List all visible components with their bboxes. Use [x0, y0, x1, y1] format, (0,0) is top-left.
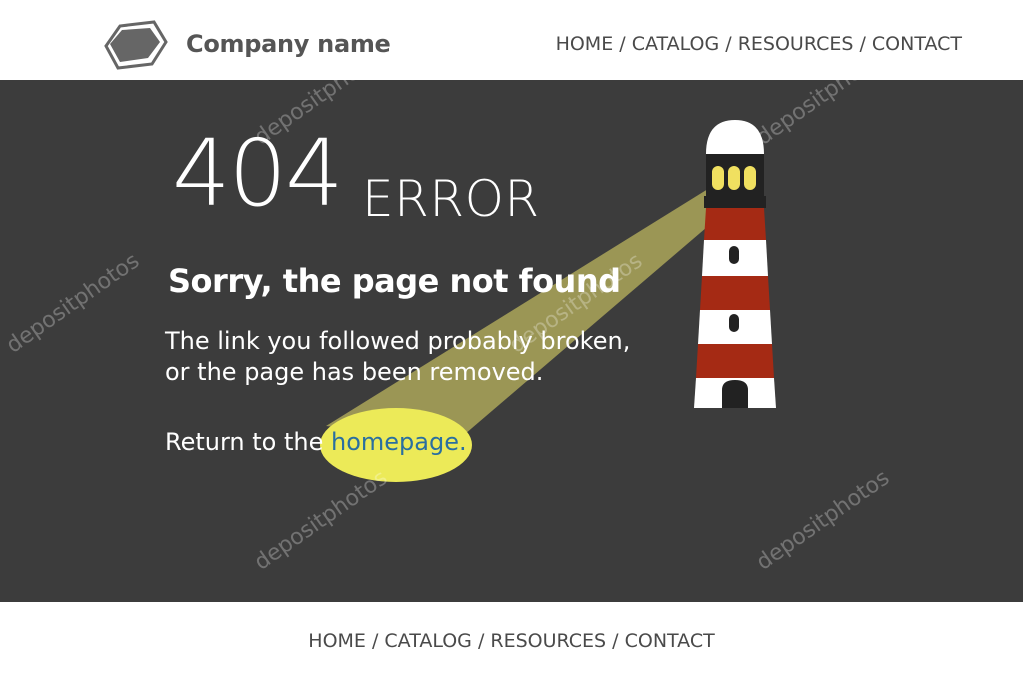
nav-catalog[interactable]: CATALOG: [632, 33, 720, 55]
error-code: 404: [172, 120, 344, 227]
error-word: ERROR: [362, 170, 540, 228]
description-line: or the page has been removed.: [165, 358, 544, 386]
nav-separator: /: [471, 630, 491, 652]
nav-separator: /: [365, 630, 385, 652]
footer-nav-contact[interactable]: CONTACT: [625, 630, 715, 652]
homepage-link[interactable]: homepage.: [331, 428, 467, 456]
nav-separator: /: [606, 630, 625, 652]
lighthouse-icon: [694, 120, 776, 408]
nav-resources[interactable]: RESOURCES: [738, 33, 854, 55]
footer-nav-resources[interactable]: RESOURCES: [490, 630, 606, 652]
nav-separator: /: [853, 33, 872, 55]
return-text: Return to the homepage.: [165, 428, 467, 456]
error-description: The link you followed probably broken, o…: [165, 326, 630, 388]
nav-separator: /: [719, 33, 738, 55]
site-header: Company name HOME / CATALOG / RESOURCES …: [0, 0, 1023, 80]
description-line: The link you followed probably broken,: [165, 327, 631, 355]
footer-nav-catalog[interactable]: CATALOG: [384, 630, 472, 652]
nav-contact[interactable]: CONTACT: [872, 33, 962, 55]
footer-nav: HOME / CATALOG / RESOURCES / CONTACT: [0, 630, 1023, 652]
return-prefix: Return to the: [165, 428, 332, 456]
error-panel: 404 ERROR Sorry, the page not found The …: [0, 80, 1023, 602]
nav-home[interactable]: HOME: [556, 33, 614, 55]
error-headline: Sorry, the page not found: [168, 262, 621, 300]
top-nav: HOME / CATALOG / RESOURCES / CONTACT: [556, 33, 962, 55]
nav-separator: /: [613, 33, 632, 55]
company-name[interactable]: Company name: [186, 30, 391, 58]
footer-nav-home[interactable]: HOME: [308, 630, 366, 652]
hexagon-logo-icon[interactable]: [100, 18, 168, 72]
